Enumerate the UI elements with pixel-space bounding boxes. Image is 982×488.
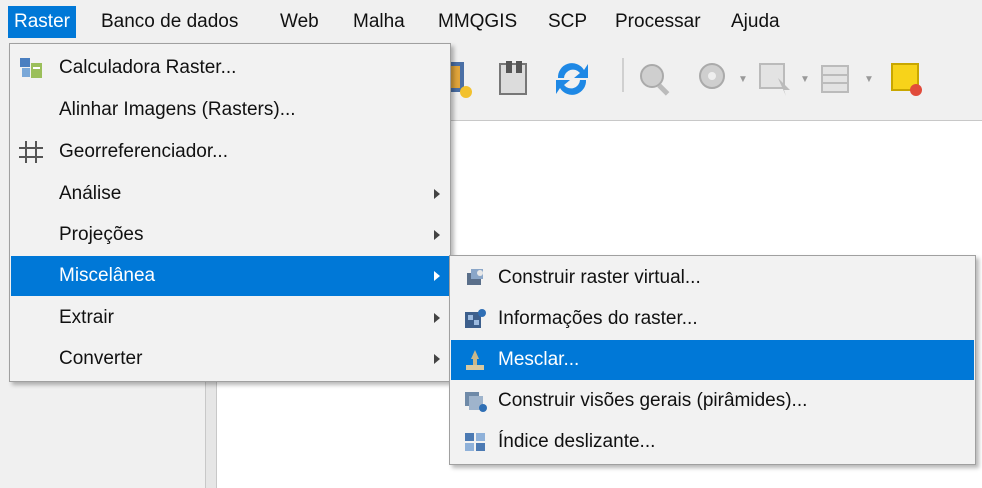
submenu-arrow-icon (434, 271, 440, 281)
menu-malha[interactable]: Malha (347, 6, 411, 38)
menu-item-converter[interactable]: Converter (11, 339, 449, 379)
menu-ajuda[interactable]: Ajuda (725, 6, 786, 38)
identify-features-icon[interactable] (636, 58, 676, 100)
merge-icon (466, 350, 484, 370)
submenu-arrow-icon (434, 189, 440, 199)
layout-manager-icon[interactable] (496, 58, 532, 100)
menu-web[interactable]: Web (274, 6, 325, 38)
action-settings-icon[interactable] (694, 58, 734, 100)
sticky-note-icon[interactable] (886, 58, 926, 100)
miscelanea-submenu: Construir raster virtual... Informações … (449, 255, 976, 465)
menu-item-mesclar[interactable]: Mesclar... (451, 340, 974, 380)
map-navigation-toolbar: ▼ ▼ ▼ (440, 44, 982, 121)
georeferencer-grid-icon (19, 141, 43, 163)
menu-item-extrair[interactable]: Extrair (11, 298, 449, 338)
menu-item-analise[interactable]: Análise (11, 174, 449, 214)
menu-item-projecoes[interactable]: Projeções (11, 215, 449, 255)
submenu-arrow-icon (434, 230, 440, 240)
raster-info-icon (465, 309, 486, 328)
layers-panel (0, 380, 205, 488)
build-overviews-icon (465, 392, 487, 412)
select-features-icon[interactable] (756, 58, 796, 100)
refresh-icon[interactable] (552, 58, 592, 100)
menu-item-calculadora-raster[interactable]: Calculadora Raster... (11, 48, 449, 88)
raster-menu: Calculadora Raster... Alinhar Imagens (R… (9, 43, 451, 382)
menu-banco-de-dados[interactable]: Banco de dados (95, 6, 244, 38)
menu-processar[interactable]: Processar (609, 6, 707, 38)
raster-calculator-icon (20, 58, 42, 78)
menu-bar: Raster Banco de dados Web Malha MMQGIS S… (0, 0, 982, 44)
menu-item-alinhar-imagens[interactable]: Alinhar Imagens (Rasters)... (11, 90, 449, 130)
dropdown-arrow-icon[interactable]: ▼ (800, 74, 810, 85)
menu-item-georreferenciador[interactable]: Georreferenciador... (11, 132, 449, 172)
submenu-arrow-icon (434, 354, 440, 364)
dropdown-arrow-icon[interactable]: ▼ (864, 74, 874, 85)
menu-item-indice-deslizante[interactable]: Índice deslizante... (451, 422, 974, 462)
menu-item-construir-visoes-gerais[interactable]: Construir visões gerais (pirâmides)... (451, 381, 974, 421)
menu-scp[interactable]: SCP (542, 6, 593, 38)
menu-mmqgis[interactable]: MMQGIS (432, 6, 523, 38)
menu-item-construir-raster-virtual[interactable]: Construir raster virtual... (451, 258, 974, 298)
menu-item-informacoes-do-raster[interactable]: Informações do raster... (451, 299, 974, 339)
tile-index-icon (465, 433, 485, 451)
attribute-table-icon[interactable] (818, 58, 858, 100)
menu-raster[interactable]: Raster (8, 6, 76, 38)
menu-item-miscelanea[interactable]: Miscelânea (11, 256, 449, 296)
build-virtual-raster-icon (467, 269, 483, 285)
submenu-arrow-icon (434, 313, 440, 323)
toolbar-separator (622, 58, 624, 92)
dropdown-arrow-icon[interactable]: ▼ (738, 74, 748, 85)
